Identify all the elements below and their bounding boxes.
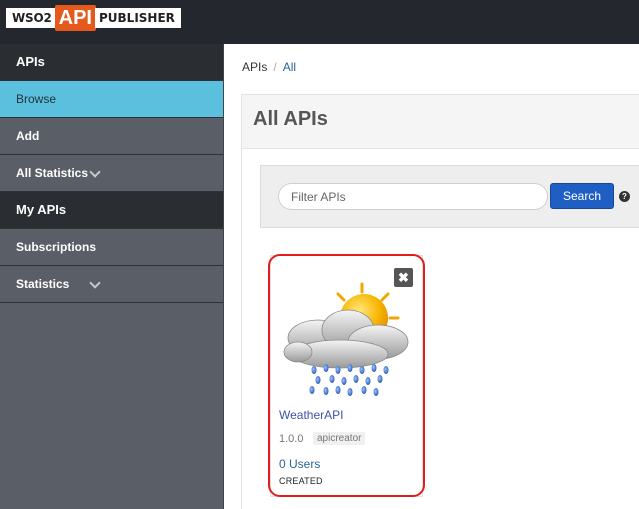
sidebar-item-subscriptions[interactable]: Subscriptions xyxy=(0,229,223,266)
sidebar-header-my-apis: My APIs xyxy=(0,192,223,229)
sidebar-item-label: All Statistics xyxy=(16,166,89,180)
breadcrumb-current[interactable]: All xyxy=(283,60,296,74)
main-content: APIs/All All APIs Search ? ✖ xyxy=(225,44,639,509)
breadcrumb: APIs / All xyxy=(242,60,296,74)
sidebar-item-label: Subscriptions xyxy=(16,240,97,254)
api-users-link[interactable]: 0 Users xyxy=(279,457,320,471)
filter-apis-input[interactable] xyxy=(278,183,548,210)
sidebar-item-label: Browse xyxy=(16,92,57,106)
api-name-link[interactable]: WeatherAPI xyxy=(279,408,343,422)
api-status-badge: CREATED xyxy=(279,476,323,486)
chevron-down-icon xyxy=(89,166,101,178)
sidebar-item-statistics[interactable]: Statistics xyxy=(0,266,223,303)
api-version: 1.0.0 xyxy=(279,433,304,445)
help-icon[interactable]: ? xyxy=(619,191,630,202)
logo-publisher-text: PUBLISHER xyxy=(94,8,181,28)
sidebar-header-apis: APIs xyxy=(0,44,223,81)
logo-api-text: API xyxy=(54,5,96,31)
top-bar: WSO2 API PUBLISHER xyxy=(0,0,639,44)
sidebar-item-all-statistics[interactable]: All Statistics xyxy=(0,155,223,192)
breadcrumb-apis-link[interactable]: APIs xyxy=(242,60,267,74)
search-button[interactable]: Search xyxy=(550,183,614,209)
sidebar: APIs Browse Add All Statistics My APIs S… xyxy=(0,44,224,509)
page-title: All APIs xyxy=(253,108,328,130)
sidebar-item-browse[interactable]: Browse xyxy=(0,81,223,118)
sidebar-item-add[interactable]: Add xyxy=(0,118,223,155)
api-provider: apicreator xyxy=(313,432,366,445)
sidebar-item-label: Statistics xyxy=(16,277,70,291)
breadcrumb-separator: / xyxy=(273,60,277,74)
wso2-api-publisher-logo[interactable]: WSO2 API PUBLISHER xyxy=(6,5,181,31)
chevron-down-icon xyxy=(89,277,101,289)
sidebar-item-label: Add xyxy=(16,129,40,143)
weather-rain-cloud-sun-icon[interactable] xyxy=(278,280,418,400)
logo-wso2-text: WSO2 xyxy=(6,8,56,28)
